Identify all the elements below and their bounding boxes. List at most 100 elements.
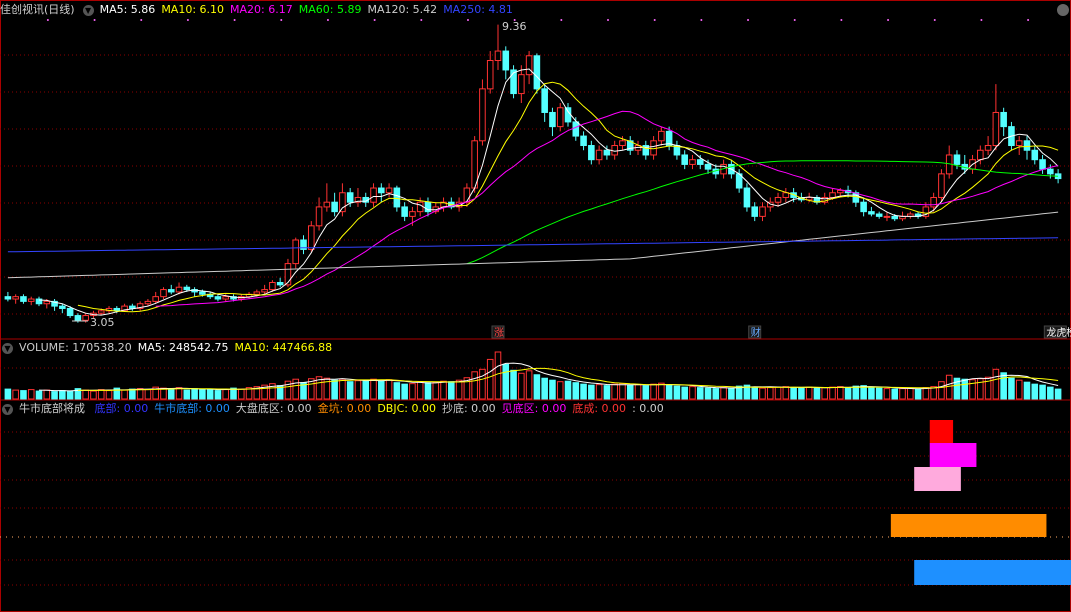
volume-bar <box>805 386 813 400</box>
candle <box>261 289 268 293</box>
volume-bar <box>20 390 27 400</box>
top-marker-dot <box>140 19 143 21</box>
candle <box>782 192 790 198</box>
candle <box>1015 140 1023 147</box>
signal-header: ▼ 牛市底部将成 底部: 0.00 牛市底部: 0.00 大盘底区: 0.00 金坑: … <box>0 401 676 417</box>
volume-bar <box>836 386 844 400</box>
volume-bar <box>409 383 416 400</box>
volume-bar <box>969 379 976 400</box>
volume-bar <box>875 387 883 400</box>
candle <box>829 192 836 198</box>
volume-bar <box>129 388 136 400</box>
volume-bar <box>720 387 727 400</box>
candle <box>1031 149 1039 161</box>
volume-indicator-0: VOLUME: 170538.20 <box>19 341 132 354</box>
volume-bar <box>922 387 930 400</box>
volume-bar <box>658 382 665 400</box>
volume-bar <box>642 385 650 400</box>
volume-bar <box>393 382 401 400</box>
volume-bar <box>588 384 595 400</box>
candle <box>883 215 891 218</box>
candle <box>269 281 276 291</box>
candle <box>891 215 899 220</box>
candle <box>1000 111 1007 128</box>
candle <box>984 145 992 151</box>
volume-bar <box>798 387 805 400</box>
volume-bar <box>766 387 774 400</box>
volume-bar <box>790 387 797 400</box>
volume-bar <box>424 382 432 400</box>
volume-bar <box>556 381 564 400</box>
volume-header: ▼ VOLUME: 170538.20 MA5: 248542.75 MA10: 44… <box>0 340 344 356</box>
top-marker-dot <box>887 19 890 21</box>
candle <box>533 55 541 90</box>
candle <box>20 296 27 302</box>
collapse-icon[interactable]: ▼ <box>2 342 13 354</box>
volume-bar <box>66 390 74 400</box>
volume-bar <box>510 369 517 400</box>
volume-bar <box>97 389 105 400</box>
collapse-icon[interactable]: ▼ <box>82 4 94 16</box>
volume-bar <box>525 370 533 400</box>
candle <box>409 211 416 217</box>
candle <box>346 192 354 203</box>
chart-canvas[interactable]: 涨 财 龙虎榜 <box>0 0 1071 612</box>
volume-bar <box>533 374 541 400</box>
candle <box>556 107 564 128</box>
volume-bar <box>90 390 97 400</box>
collapse-icon[interactable]: ▼ <box>2 403 13 415</box>
candle <box>502 50 510 71</box>
volume-bar <box>346 381 354 400</box>
volume-bar <box>572 382 580 400</box>
top-marker-dot <box>326 19 329 21</box>
volume-bar <box>689 386 696 400</box>
candle <box>518 74 525 95</box>
candle <box>681 154 688 165</box>
candle <box>541 88 548 113</box>
candle <box>494 50 502 62</box>
event-marker: 财 <box>751 326 761 339</box>
candle <box>564 107 572 123</box>
volume-bar <box>1000 372 1007 400</box>
candle <box>214 296 222 300</box>
top-marker-dot <box>980 19 983 21</box>
volume-bar <box>105 390 113 400</box>
top-marker-dot <box>653 19 656 21</box>
ma5-line <box>38 68 1059 316</box>
volume-bar <box>611 383 618 400</box>
volume-bar <box>518 372 525 400</box>
main-header: 佳创视讯(日线) ▼ MA5: 5.86 MA10: 6.10 MA20: 6.17 MA… <box>0 2 525 18</box>
candle <box>774 196 782 203</box>
volume-bar <box>1031 383 1039 400</box>
volume-bar <box>549 379 556 400</box>
candle <box>4 296 12 300</box>
top-marker-dot <box>93 19 96 21</box>
signal-indicator-3: 金坑: 0.00 <box>317 402 372 415</box>
signal-bar-金坑 <box>890 514 1047 537</box>
volume-bar <box>1023 381 1031 400</box>
volume-bar <box>432 381 440 400</box>
candle <box>704 163 712 170</box>
candle <box>292 239 300 265</box>
candle <box>595 149 603 161</box>
candle <box>759 206 766 217</box>
volume-bar <box>167 388 175 400</box>
candle <box>1023 140 1031 151</box>
candle <box>463 187 471 203</box>
top-marker-dot <box>840 19 843 21</box>
close-panel-icon[interactable] <box>1057 4 1069 16</box>
candle <box>977 149 984 161</box>
top-marker-dot <box>747 19 750 21</box>
top-marker-dot <box>1027 19 1030 21</box>
volume-bar <box>774 386 782 400</box>
candle <box>401 206 408 217</box>
volume-bar <box>191 388 198 400</box>
candle <box>479 88 486 142</box>
volume-bar <box>704 387 712 400</box>
volume-bar <box>728 387 735 400</box>
candle <box>276 281 284 286</box>
top-marker-dot <box>420 19 423 21</box>
volume-bar <box>992 368 1000 400</box>
volume-bar <box>782 386 790 400</box>
candle <box>860 201 867 213</box>
